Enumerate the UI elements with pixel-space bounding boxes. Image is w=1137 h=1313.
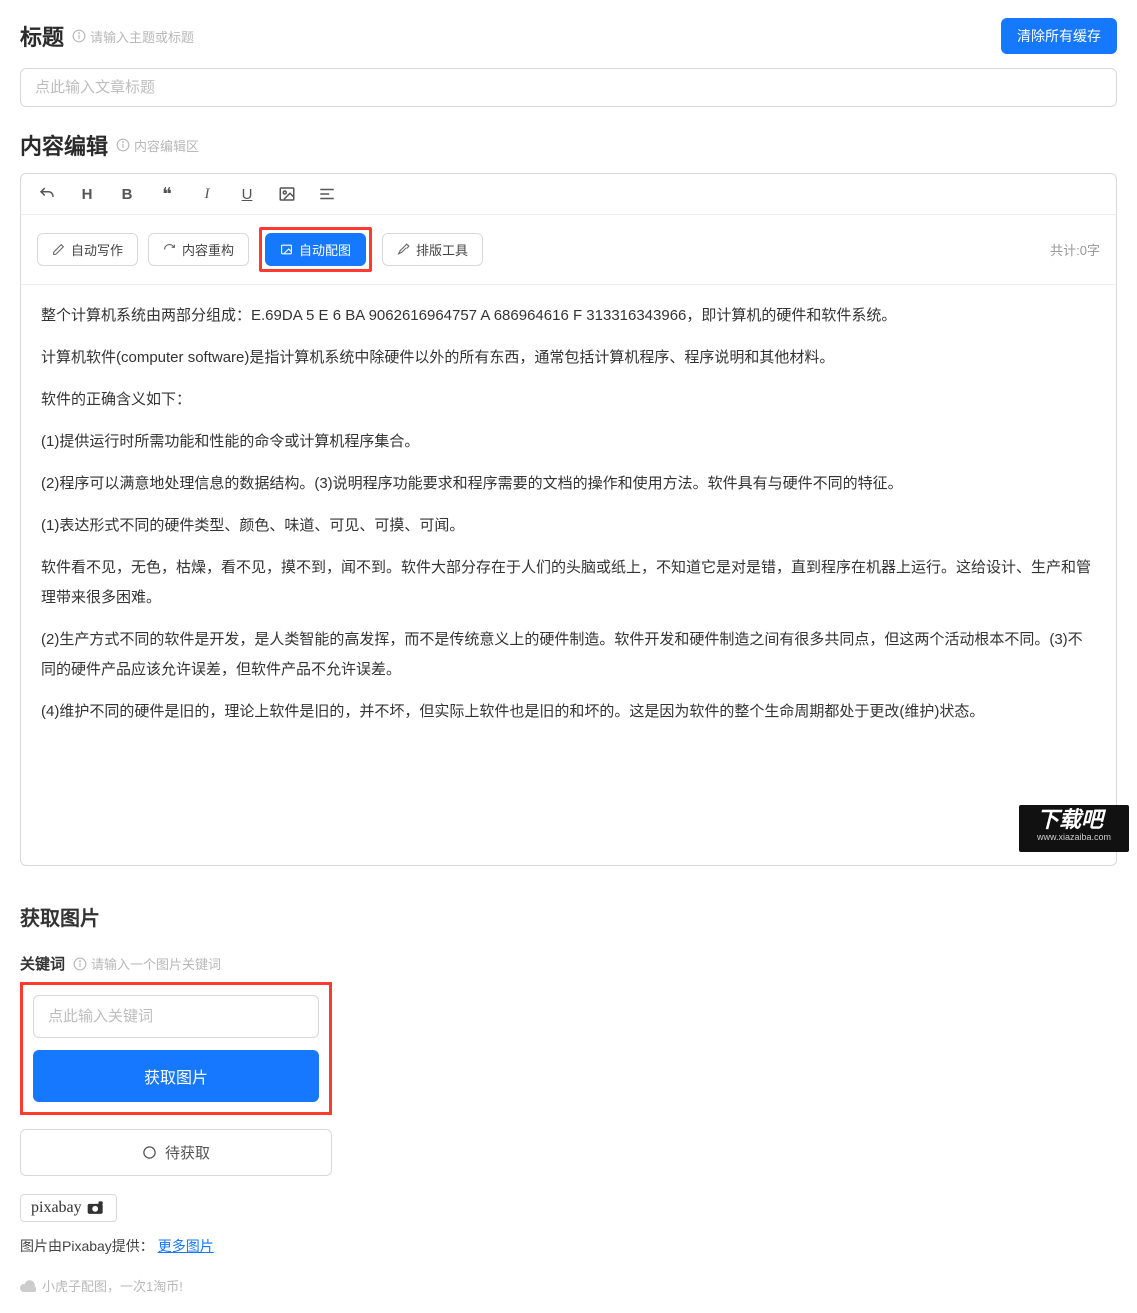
underline-icon[interactable]: U bbox=[237, 184, 257, 204]
title-hint: 请输入主题或标题 bbox=[72, 27, 194, 46]
get-image-button[interactable]: 获取图片 bbox=[33, 1050, 319, 1102]
keyword-highlight-box: 获取图片 bbox=[20, 982, 332, 1115]
clear-cache-button[interactable]: 清除所有缓存 bbox=[1001, 18, 1117, 54]
auto-image-button[interactable]: 自动配图 bbox=[265, 233, 366, 266]
keyword-input[interactable] bbox=[33, 995, 319, 1038]
tip-line: 小虎子配图，一次1淘币! bbox=[20, 1276, 332, 1295]
info-icon bbox=[116, 138, 130, 152]
watermark: 下载吧 www.xiazaiba.com bbox=[1019, 805, 1129, 852]
heading-icon[interactable]: H bbox=[77, 184, 97, 204]
content-heading: 内容编辑 bbox=[20, 129, 108, 161]
more-images-link[interactable]: 更多图片 bbox=[158, 1238, 214, 1254]
content-paragraph: (1)表达形式不同的硬件类型、颜色、味道、可见、可摸、可闻。 bbox=[41, 511, 1096, 541]
layout-tool-button[interactable]: 排版工具 bbox=[382, 233, 483, 266]
camera-icon bbox=[86, 1201, 106, 1215]
article-title-input[interactable] bbox=[20, 68, 1117, 107]
content-paragraph: (4)维护不同的硬件是旧的，理论上软件是旧的，并不坏，但实际上软件也是旧的和坏的… bbox=[41, 697, 1096, 727]
content-paragraph: 软件看不见，无色，枯燥，看不见，摸不到，闻不到。软件大部分存在于人们的头脑或纸上… bbox=[41, 553, 1096, 613]
keyword-label: 关键词 bbox=[20, 953, 65, 974]
cloud-icon bbox=[20, 1280, 36, 1292]
pixabay-badge: pixabay bbox=[20, 1194, 117, 1222]
pencil-icon bbox=[52, 243, 65, 256]
restructure-button[interactable]: 内容重构 bbox=[148, 233, 249, 266]
image-icon[interactable] bbox=[277, 184, 297, 204]
auto-image-highlight: 自动配图 bbox=[259, 227, 372, 272]
info-icon bbox=[73, 957, 87, 971]
tool-icon bbox=[397, 243, 410, 256]
content-hint: 内容编辑区 bbox=[116, 136, 199, 155]
sidebar-heading: 获取图片 bbox=[20, 902, 332, 931]
content-paragraph: (2)程序可以满意地处理信息的数据结构。(3)说明程序功能要求和程序需要的文档的… bbox=[41, 469, 1096, 499]
refresh-icon bbox=[163, 243, 176, 256]
align-icon[interactable] bbox=[317, 184, 337, 204]
keyword-hint: 请输入一个图片关键词 bbox=[73, 954, 221, 973]
auto-write-button[interactable]: 自动写作 bbox=[37, 233, 138, 266]
word-count: 共计:0字 bbox=[1050, 240, 1100, 259]
quote-icon[interactable]: ❝ bbox=[157, 184, 177, 204]
undo-icon[interactable] bbox=[37, 184, 57, 204]
content-paragraph: (1)提供运行时所需功能和性能的命令或计算机程序集合。 bbox=[41, 427, 1096, 457]
editor-content[interactable]: 整个计算机系统由两部分组成：E.69DA 5 E 6 BA 9062616964… bbox=[21, 285, 1116, 865]
title-heading: 标题 bbox=[20, 20, 64, 52]
content-paragraph: 整个计算机系统由两部分组成：E.69DA 5 E 6 BA 9062616964… bbox=[41, 301, 1096, 331]
pending-button[interactable]: 待获取 bbox=[20, 1129, 332, 1176]
provider-line: 图片由Pixabay提供： 更多图片 bbox=[20, 1236, 332, 1256]
image-small-icon bbox=[280, 243, 293, 256]
content-paragraph: (2)生产方式不同的软件是开发，是人类智能的高发挥，而不是传统意义上的硬件制造。… bbox=[41, 625, 1096, 685]
italic-icon[interactable]: I bbox=[197, 184, 217, 204]
content-paragraph: 计算机软件(computer software)是指计算机系统中除硬件以外的所有… bbox=[41, 343, 1096, 373]
circle-icon bbox=[142, 1145, 157, 1160]
content-paragraph: 软件的正确含义如下： bbox=[41, 385, 1096, 415]
info-icon bbox=[72, 29, 86, 43]
bold-icon[interactable]: B bbox=[117, 184, 137, 204]
